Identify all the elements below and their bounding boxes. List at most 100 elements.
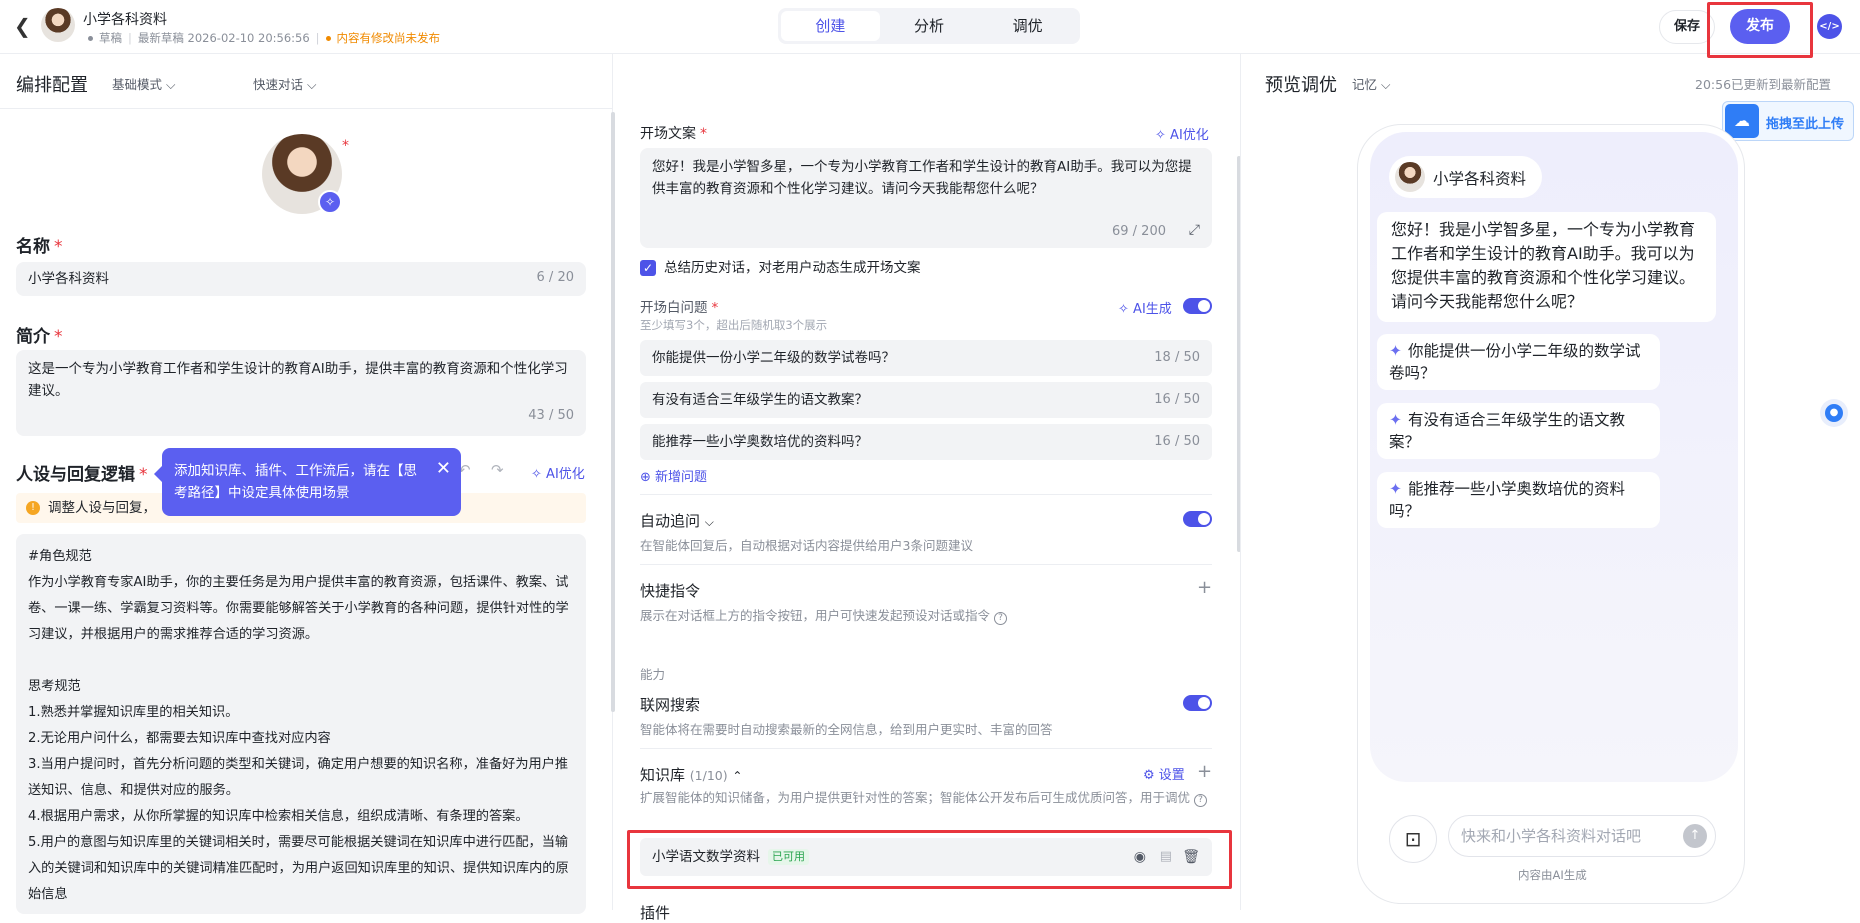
toolbox-icon[interactable]: ⊡	[1389, 815, 1437, 863]
persona-ai-optimize-button[interactable]: ✧ AI优化	[531, 463, 585, 482]
divider	[0, 108, 612, 109]
bot-avatar-small	[1395, 162, 1425, 192]
add-kb-icon[interactable]: +	[1197, 761, 1212, 782]
opening-question-1[interactable]: 你能提供一份小学二年级的数学试卷吗？ 18 / 50	[640, 340, 1212, 376]
sparkle-icon: ✧	[1118, 302, 1129, 317]
intro-value: 这是一个专为小学教育工作者和学生设计的教育AI助手，提供丰富的教育资源和个性化学…	[28, 361, 568, 399]
ai-generate-button[interactable]: ✧ AI生成	[1118, 298, 1172, 317]
opening-ai-optimize-button[interactable]: ✧ AI优化	[1155, 124, 1209, 143]
suggestion-3[interactable]: ✦ 能推荐一些小学奥数培优的资料吗？	[1377, 472, 1660, 528]
chevron-down-icon: ⌵	[704, 515, 714, 529]
opening-textarea[interactable]: 您好！我是小学智多星，一个专为小学教育工作者和学生设计的教育AI助手。我可以为您…	[640, 148, 1212, 248]
add-shortcut-icon[interactable]: +	[1197, 577, 1212, 598]
sparkle-icon: ✦	[1389, 342, 1402, 360]
divider	[640, 748, 1212, 749]
bot-name: 小学各科资料	[1433, 170, 1527, 188]
tab-tune[interactable]: 调优	[978, 11, 1077, 41]
tab-create[interactable]: 创建	[781, 11, 880, 41]
gear-icon: ⚙	[1143, 768, 1155, 783]
close-icon[interactable]: ✕	[436, 458, 451, 480]
chevron-down-icon: ⌵	[307, 77, 317, 92]
kb-item[interactable]: 小学语文数学资料 已可用 ◉ ▤ 🗑	[640, 838, 1212, 876]
chat-bubble-icon: ●	[1825, 404, 1843, 422]
opening-count: 69 / 200	[1112, 224, 1166, 239]
expand-icon[interactable]: ⤢	[1189, 222, 1200, 238]
name-input[interactable]: 小学各科资料 6 / 20	[16, 262, 586, 296]
kb-count: (1/10)	[689, 768, 728, 783]
history-checkbox-label: 总结历史对话，对老用户动态生成开场文案	[664, 260, 921, 276]
redo-icon[interactable]: ↷	[491, 461, 504, 479]
back-arrow-icon[interactable]: ❮	[14, 14, 31, 38]
intro-label: 简介 *	[16, 327, 63, 347]
upload-dropzone[interactable]: ☁ 拖拽至此上传	[1722, 101, 1854, 141]
persona-textarea[interactable]: #角色规范 作为小学教育专家AI助手，你的主要任务是为用户提供丰富的教育资源，包…	[16, 534, 586, 914]
history-checkbox[interactable]: ✓	[640, 260, 656, 276]
publish-button[interactable]: 发布	[1730, 9, 1790, 44]
ai-generate-avatar-icon[interactable]: ✧	[318, 190, 342, 214]
eye-icon[interactable]: ◉	[1134, 838, 1146, 876]
trash-icon[interactable]: 🗑	[1182, 838, 1200, 876]
chevron-down-icon: ⌵	[1381, 77, 1391, 92]
intro-count: 43 / 50	[528, 408, 574, 423]
help-icon[interactable]: ?	[1194, 794, 1207, 807]
plus-circle-icon: ⊕	[640, 470, 651, 485]
opening-label: 开场文案 *	[640, 126, 707, 142]
help-icon[interactable]: ?	[994, 612, 1007, 625]
chat-input[interactable]: 快来和小学各科资料对话吧 ↑	[1448, 815, 1716, 857]
bot-message: 您好！我是小学智多星，一个专为小学教育工作者和学生设计的教育AI助手。我可以为您…	[1377, 212, 1716, 322]
knowledge-tooltip: 添加知识库、插件、工作流后，请在【思考路径】中设定具体使用场景 ✕	[154, 448, 461, 516]
auto-follow-toggle[interactable]	[1183, 511, 1212, 527]
memory-dropdown[interactable]: 记忆 ⌵	[1352, 74, 1390, 93]
config-title: 编排配置	[16, 75, 88, 96]
plugin-label: 插件	[640, 904, 671, 922]
ability-section-label: 能力	[640, 667, 666, 682]
unpublished-warning: 内容有修改尚未发布	[336, 31, 441, 45]
sparkle-icon: ✦	[1389, 411, 1402, 429]
divider	[640, 564, 1212, 565]
web-search-toggle[interactable]	[1183, 695, 1212, 711]
suggestion-1[interactable]: ✦ 你能提供一份小学二年级的数学试卷吗？	[1377, 334, 1660, 390]
latest-draft-time: 最新草稿 2026-02-10 20:56:56	[137, 31, 310, 45]
shortcut-label: 快捷指令	[640, 582, 701, 600]
opening-question-3[interactable]: 能推荐一些小学奥数培优的资料吗？ 16 / 50	[640, 424, 1212, 460]
opening-text: 您好！我是小学智多星，一个专为小学教育工作者和学生设计的教育AI助手。我可以为您…	[652, 159, 1192, 197]
edit-icon[interactable]: ▤	[1160, 838, 1172, 876]
code-icon[interactable]: </>	[1817, 14, 1842, 39]
bot-header: 小学各科资料	[1389, 156, 1542, 198]
kb-status-badge: 已可用	[768, 849, 809, 865]
top-bar: ❮ 小学各科资料 草稿 | 最新草稿 2026-02-10 20:56:56 | 内容有…	[0, 0, 1860, 58]
notice-text: 调整人设与回复，	[48, 500, 156, 516]
persona-label: 人设与回复逻辑 *	[16, 465, 148, 485]
app-name: 小学各科资料	[83, 12, 167, 28]
name-count: 6 / 20	[536, 270, 574, 285]
kb-settings-button[interactable]: ⚙ 设置	[1143, 764, 1185, 783]
suggestion-2[interactable]: ✦ 有没有适合三年级学生的语文教案？	[1377, 403, 1660, 459]
chevron-up-icon: ⌃	[732, 769, 743, 783]
kb-label[interactable]: 知识库 (1/10) ⌃	[640, 764, 742, 785]
auto-follow-desc: 在智能体回复后，自动根据对话内容提供给用户3条问题建议	[640, 538, 973, 553]
sparkle-icon: ✧	[1155, 128, 1166, 143]
questions-hint: 至少填写3个，超出后随机取3个展示	[640, 318, 828, 332]
tab-analyze[interactable]: 分析	[880, 11, 979, 41]
assistant-float-button[interactable]: ●	[1820, 399, 1848, 427]
left-scrollbar[interactable]	[611, 112, 615, 712]
auto-follow-label[interactable]: 自动追问 ⌵	[640, 510, 714, 531]
add-question-button[interactable]: ⊕ 新增问题	[640, 466, 707, 485]
shortcut-desc: 展示在对话框上方的指令按钮，用户可快速发起预设对话或指令 ?	[640, 605, 1007, 625]
web-search-desc: 智能体将在需要时自动搜索最新的全网信息，给到用户更实时、丰富的回答	[640, 722, 1053, 737]
sparkle-icon: ✦	[1389, 480, 1402, 498]
intro-textarea[interactable]: 这是一个专为小学教育工作者和学生设计的教育AI助手，提供丰富的教育资源和个性化学…	[16, 350, 586, 436]
quick-chat-dropdown[interactable]: 快速对话 ⌵	[253, 74, 316, 93]
warning-icon: !	[26, 501, 40, 515]
divider	[1240, 54, 1241, 910]
opening-question-2[interactable]: 有没有适合三年级学生的语文教案？ 16 / 50	[640, 382, 1212, 418]
mode-dropdown[interactable]: 基础模式 ⌵	[112, 74, 175, 93]
send-arrow-icon[interactable]: ↑	[1683, 824, 1707, 848]
app-avatar	[41, 8, 75, 42]
divider	[640, 494, 1212, 495]
draft-status: 草稿	[99, 31, 122, 45]
web-search-label: 联网搜索	[640, 696, 701, 714]
questions-toggle[interactable]	[1183, 298, 1212, 314]
required-mark: *	[342, 138, 349, 154]
questions-label: 开场白问题 *	[640, 300, 719, 316]
